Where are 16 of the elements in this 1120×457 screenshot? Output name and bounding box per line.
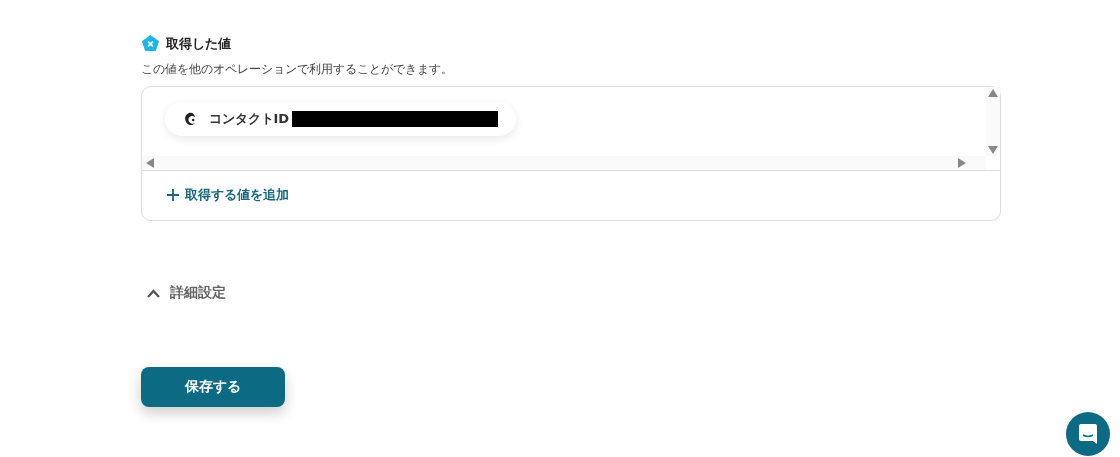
section-title: 取得した値 — [166, 34, 231, 53]
chevron-icon — [147, 288, 160, 298]
scroll-down-icon[interactable] — [988, 146, 998, 154]
chat-icon — [1078, 423, 1098, 445]
chat-button[interactable] — [1066, 412, 1110, 456]
save-button[interactable]: 保存する — [141, 367, 285, 407]
value-label: コンタクトID — [208, 110, 290, 128]
section-description: この値を他のオペレーションで利用することができます。 — [141, 61, 454, 78]
scroll-up-icon[interactable] — [988, 89, 998, 97]
value-chip[interactable]: コンタクトID — [165, 102, 516, 136]
scroll-left-icon[interactable] — [146, 158, 154, 168]
scroll-right-icon[interactable] — [958, 158, 966, 168]
advanced-settings-toggle[interactable]: 詳細設定 — [141, 283, 232, 303]
add-value-link[interactable]: 取得する値を追加 — [142, 171, 289, 204]
variable-icon — [141, 34, 160, 53]
plus-icon — [167, 189, 179, 201]
